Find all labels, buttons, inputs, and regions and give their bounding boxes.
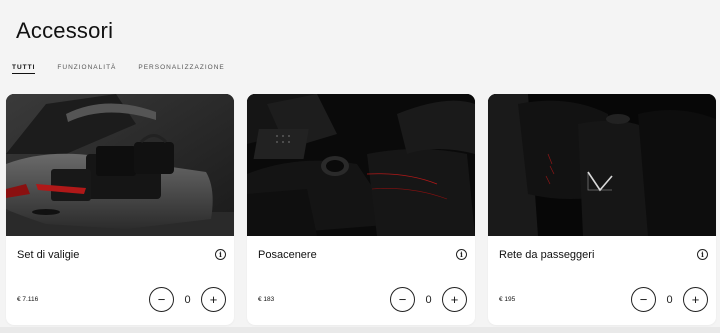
minus-icon[interactable]: − — [631, 287, 656, 312]
quantity-stepper: − 0 + — [631, 287, 708, 312]
quantity-value: 0 — [666, 293, 673, 306]
product-name: Rete da passeggeri — [499, 249, 595, 261]
category-tabs: TUTTI FUNZIONALITÀ PERSONALIZZAZIONE — [12, 64, 225, 74]
product-price: € 7.116 — [17, 296, 39, 303]
plus-icon[interactable]: + — [442, 287, 467, 312]
product-price: € 195 — [499, 296, 516, 303]
tab-funzionalita[interactable]: FUNZIONALITÀ — [57, 64, 116, 74]
product-card-passenger-net: Rete da passeggeri i € 195 − 0 + — [488, 94, 716, 325]
bottom-divider — [0, 327, 720, 333]
plus-icon[interactable]: + — [683, 287, 708, 312]
quantity-value: 0 — [184, 293, 191, 306]
product-card-luggage: Set di valigie i € 7.116 − 0 + — [6, 94, 234, 325]
page-title: Accessori — [16, 18, 114, 43]
quantity-value: 0 — [425, 293, 432, 306]
product-price: € 183 — [258, 296, 275, 303]
minus-icon[interactable]: − — [149, 287, 174, 312]
quantity-stepper: − 0 + — [390, 287, 467, 312]
plus-icon[interactable]: + — [201, 287, 226, 312]
passenger-net-photo[interactable] — [488, 94, 716, 236]
info-icon[interactable]: i — [215, 249, 226, 260]
luggage-set-photo[interactable] — [6, 94, 234, 236]
product-card-ashtray: Posacenere i € 183 − 0 + — [247, 94, 475, 325]
quantity-stepper: − 0 + — [149, 287, 226, 312]
tab-personalizzazione[interactable]: PERSONALIZZAZIONE — [138, 64, 224, 74]
ashtray-photo[interactable] — [247, 94, 475, 236]
info-icon[interactable]: i — [456, 249, 467, 260]
product-name: Set di valigie — [17, 249, 80, 261]
info-icon[interactable]: i — [697, 249, 708, 260]
minus-icon[interactable]: − — [390, 287, 415, 312]
product-grid: Set di valigie i € 7.116 − 0 + Posacener… — [6, 94, 716, 325]
product-name: Posacenere — [258, 249, 317, 261]
tab-tutti[interactable]: TUTTI — [12, 64, 36, 74]
